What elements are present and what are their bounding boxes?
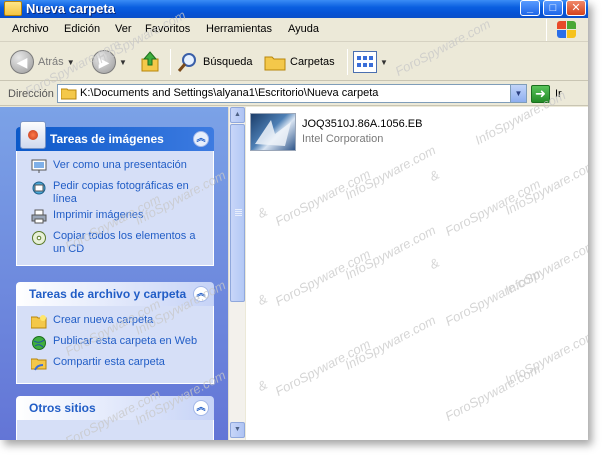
collapse-chevron-icon[interactable]: ︽ [193,131,209,147]
minimize-button[interactable]: _ [520,0,540,16]
back-dropdown-icon[interactable]: ▼ [67,58,75,67]
scroll-thumb[interactable] [230,124,245,302]
task-share-folder[interactable]: Compartir esta carpeta [27,356,207,374]
task-label: Compartir esta carpeta [53,356,165,368]
maximize-button[interactable]: □ [543,0,563,16]
panel-body: Crear nueva carpeta Publicar esta carpet… [16,306,214,384]
folder-icon [4,1,22,16]
task-label: Copiar todos los elementos a un CD [53,230,196,255]
cd-icon [31,230,47,245]
panel-title: Tareas de imágenes [50,132,164,146]
forward-button[interactable]: ▶ ▼ [92,48,127,76]
panel-body [16,420,214,440]
panel-header[interactable]: Tareas de imágenes ︽ [16,121,214,151]
views-dropdown-icon[interactable]: ▼ [380,58,388,67]
windows-flag-icon [557,21,577,39]
address-bar: Dirección K:\Documents and Settings\alya… [0,82,588,106]
panel-body: Ver como una presentación Pedir copias f… [16,151,214,266]
address-path: K:\Documents and Settings\alyana1\Escrit… [80,87,379,99]
explorer-window: Nueva carpeta _ □ ✕ Archivo Edición Ver … [0,0,588,440]
task-order-prints[interactable]: Pedir copias fotográficas en línea [27,180,207,206]
views-button[interactable]: ▼ [353,48,388,76]
back-button[interactable]: ◀ Atrás ▼ [10,48,75,76]
task-label: Crear nueva carpeta [53,314,154,326]
task-label: Ver como una presentación [53,159,187,171]
task-pane: Tareas de imágenes ︽ Ver como una presen… [0,107,230,440]
task-copy-to-cd[interactable]: Copiar todos los elementos a un CD [27,230,207,256]
windows-logo [546,19,582,41]
folders-button[interactable]: Carpetas [264,48,335,76]
search-button[interactable]: Búsqueda [177,48,253,76]
panel-image-tasks: Tareas de imágenes ︽ Ver como una presen… [16,121,214,266]
up-folder-icon [140,51,162,73]
panel-title: Tareas de archivo y carpeta [29,287,187,301]
toolbar-separator [347,49,348,75]
scroll-down-icon[interactable]: ▼ [230,422,245,438]
panel-title: Otros sitios [29,401,96,415]
menu-help[interactable]: Ayuda [288,23,319,35]
menu-edit[interactable]: Edición [64,23,100,35]
picture-tasks-icon [20,121,46,149]
panel-header[interactable]: Otros sitios ︽ [16,396,214,420]
close-button[interactable]: ✕ [566,0,586,16]
title-bar[interactable]: Nueva carpeta _ □ ✕ [0,0,588,18]
task-slideshow[interactable]: Ver como una presentación [27,159,207,177]
task-label: Pedir copias fotográficas en línea [53,180,189,205]
window-title: Nueva carpeta [26,1,115,16]
file-thumbnail [250,113,296,151]
menu-view[interactable]: Ver [115,23,132,35]
file-item[interactable]: JOQ3510J.86A.1056.EB Intel Corporation [250,113,490,153]
address-dropdown-icon[interactable]: ▼ [510,85,526,102]
forward-dropdown-icon[interactable]: ▼ [119,58,127,67]
toolbar: ◀ Atrás ▼ ▶ ▼ Búsqueda Carpetas ▼ [0,43,588,81]
slideshow-icon [31,159,47,174]
task-label: Imprimir imágenes [53,209,144,221]
file-company: Intel Corporation [302,133,384,145]
back-arrow-icon: ◀ [10,50,34,74]
task-publish-web[interactable]: Publicar esta carpeta en Web [27,335,207,353]
scroll-up-icon[interactable]: ▲ [230,107,245,123]
panel-file-folder-tasks: Tareas de archivo y carpeta ︽ Crear nuev… [16,282,214,384]
address-input[interactable]: K:\Documents and Settings\alyana1\Escrit… [57,84,527,103]
file-list: JOQ3510J.86A.1056.EB Intel Corporation [246,107,588,440]
forward-arrow-icon: ▶ [92,50,116,74]
collapse-chevron-icon[interactable]: ︽ [193,286,209,302]
menu-bar: Archivo Edición Ver Favoritos Herramient… [0,18,588,42]
share-folder-icon [30,356,47,371]
menu-file[interactable]: Archivo [12,23,49,35]
panel-other-places: Otros sitios ︽ [16,396,214,440]
new-folder-icon [30,314,47,329]
search-label: Búsqueda [203,56,253,68]
menu-tools[interactable]: Herramientas [206,23,272,35]
task-pane-scrollbar[interactable]: ▲ ▼ [228,107,245,440]
views-icon [353,51,377,73]
panel-header[interactable]: Tareas de archivo y carpeta ︽ [16,282,214,306]
printer-icon [31,209,47,224]
collapse-chevron-icon[interactable]: ︽ [193,400,209,416]
up-folder-button[interactable] [140,48,162,76]
task-print-images[interactable]: Imprimir imágenes [27,209,207,227]
toolbar-separator [170,49,171,75]
folders-label: Carpetas [290,56,335,68]
task-label: Publicar esta carpeta en Web [53,335,198,347]
file-name: JOQ3510J.86A.1056.EB [302,118,423,130]
globe-icon [31,335,47,350]
order-prints-icon [31,180,47,195]
search-icon [177,51,199,73]
task-new-folder[interactable]: Crear nueva carpeta [27,314,207,332]
folders-icon [264,53,286,71]
go-button[interactable]: Ir [555,88,562,100]
back-label: Atrás [38,56,64,68]
go-arrow-icon[interactable]: ➜ [531,85,550,103]
menu-favorites[interactable]: Favoritos [145,23,190,35]
address-label: Dirección [8,88,54,100]
folder-icon [60,87,77,100]
